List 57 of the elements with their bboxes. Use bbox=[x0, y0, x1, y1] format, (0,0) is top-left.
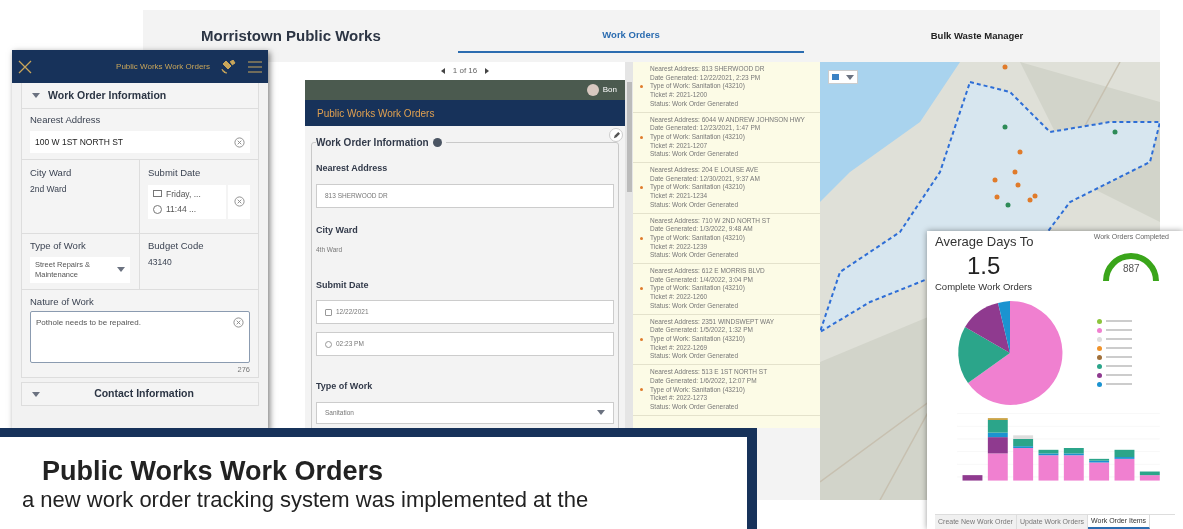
clear-icon[interactable] bbox=[233, 196, 245, 208]
menu-icon[interactable] bbox=[248, 60, 262, 73]
field-label: Submit Date bbox=[148, 166, 202, 181]
avatar-icon[interactable] bbox=[586, 84, 599, 96]
stat-value: 1.5 bbox=[966, 251, 1002, 280]
form-header: Public Works Work Orders bbox=[305, 100, 625, 126]
caret-icon bbox=[32, 93, 40, 98]
time-value: 11:44 ... bbox=[166, 203, 197, 216]
satellite-icon bbox=[220, 59, 236, 74]
dashboard-tab[interactable]: Work Orders bbox=[458, 19, 804, 53]
field-label: Budget Code bbox=[148, 239, 205, 254]
caret-icon bbox=[597, 410, 605, 416]
collapse-icon[interactable] bbox=[432, 138, 442, 147]
scrollbar-thumb[interactable] bbox=[626, 82, 632, 192]
user-name[interactable]: Bon bbox=[602, 84, 617, 96]
bar-segment bbox=[962, 474, 983, 481]
address-field[interactable]: 100 W 1ST NORTH ST bbox=[30, 131, 250, 154]
section-title: Contact Information bbox=[93, 386, 195, 402]
stat-subheading: Complete Work Orders bbox=[935, 279, 1033, 294]
field-label: Nearest Address bbox=[30, 113, 102, 127]
field-label: Nearest Address bbox=[316, 162, 389, 175]
field-label: Type of Work bbox=[30, 239, 87, 254]
dashboard-title: Morristown Public Works bbox=[200, 25, 382, 46]
caret-icon bbox=[32, 391, 40, 397]
field-label: Submit Date bbox=[316, 278, 370, 292]
date-value: Friday, ... bbox=[166, 187, 201, 201]
caption-text: a new work order tracking system was implemented at the bbox=[22, 487, 590, 513]
edit-icon[interactable] bbox=[609, 128, 623, 142]
date-time-field[interactable]: Friday, ... 11:44 ... bbox=[148, 184, 226, 219]
close-icon[interactable] bbox=[18, 59, 32, 74]
chart-legend bbox=[1097, 318, 1132, 387]
description-field[interactable]: Pothole needs to be repaired. bbox=[30, 310, 250, 363]
next-icon[interactable] bbox=[485, 68, 490, 74]
previous-icon[interactable] bbox=[440, 68, 445, 74]
field-label: Type of Work bbox=[316, 380, 374, 394]
dashboard-tab[interactable]: Bulk Waste Manager bbox=[804, 19, 1150, 53]
caret-icon bbox=[117, 267, 125, 272]
calendar-icon bbox=[153, 190, 162, 198]
section-header[interactable]: Contact Information bbox=[21, 382, 259, 406]
clear-icon[interactable] bbox=[233, 316, 244, 328]
clear-icon[interactable] bbox=[234, 136, 245, 148]
page-counter: 1 of 16 bbox=[452, 65, 478, 77]
ward-value: 2nd Ward bbox=[30, 182, 68, 196]
field-label: Nature of Work bbox=[30, 294, 95, 309]
section-title: Work Order Information bbox=[316, 136, 429, 150]
stat-heading: Average Days To bbox=[935, 233, 1034, 251]
gauge-value: 887 bbox=[1123, 261, 1140, 276]
field-label: City Ward bbox=[316, 223, 359, 237]
budget-code-value: 43140 bbox=[148, 255, 173, 269]
calendar-icon bbox=[325, 308, 332, 316]
gauge-drawing bbox=[1103, 252, 1160, 281]
section-header[interactable]: Work Order Information bbox=[22, 83, 258, 109]
field-label: City Ward bbox=[30, 166, 73, 181]
section-title: Work Order Information bbox=[48, 87, 167, 103]
layer-button[interactable] bbox=[828, 70, 858, 84]
mobile-title: Public Works Work Orders bbox=[115, 60, 211, 73]
caption-title: Public Works Work Orders bbox=[41, 455, 385, 487]
